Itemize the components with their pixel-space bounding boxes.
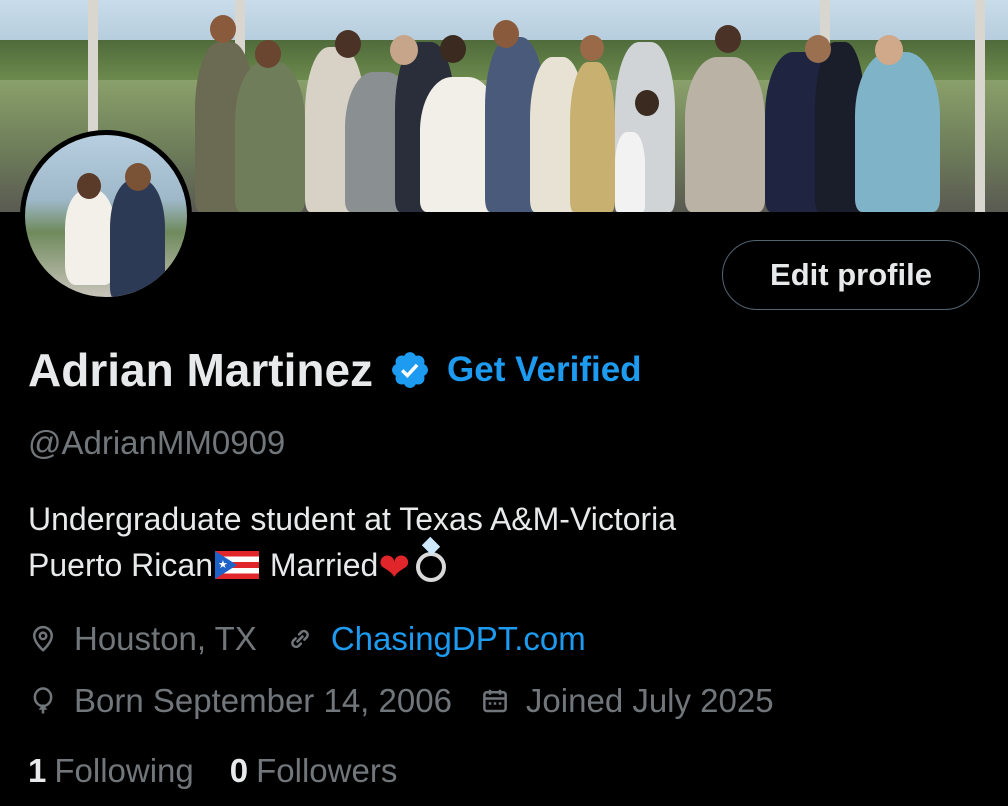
red-heart-icon: ❤ xyxy=(378,547,411,589)
followers-link[interactable]: 0 Followers xyxy=(230,752,398,790)
verified-badge-icon[interactable] xyxy=(389,349,431,391)
bio-line: Puerto Rican Married❤ xyxy=(28,542,676,591)
profile-meta-row: Houston, TX ChasingDPT.com xyxy=(28,620,586,658)
follow-stats: 1 Following 0 Followers xyxy=(28,752,397,790)
bio-text: Married xyxy=(260,547,379,583)
calendar-icon xyxy=(483,689,507,713)
get-verified-link[interactable]: Get Verified xyxy=(447,350,642,390)
avatar-figure xyxy=(110,180,165,297)
profile-name-row: Adrian Martinez Get Verified xyxy=(28,340,642,400)
ring-icon xyxy=(416,552,447,582)
profile-name: Adrian Martinez xyxy=(28,344,374,396)
followers-count: 0 xyxy=(229,752,249,789)
balloon-icon xyxy=(33,687,53,714)
avatar-figure xyxy=(125,163,151,191)
profile-avatar[interactable] xyxy=(20,130,192,302)
following-label: Following xyxy=(54,752,194,789)
followers-label: Followers xyxy=(256,752,398,789)
following-count: 1 xyxy=(28,752,47,789)
group-photo xyxy=(195,10,955,212)
profile-birthday: Born September 14, 2006 xyxy=(74,682,452,719)
profile-location: Houston, TX xyxy=(74,620,257,657)
bio-text: Puerto Rican xyxy=(28,547,213,583)
avatar-figure xyxy=(65,190,115,285)
puerto-rico-flag-icon xyxy=(214,551,259,579)
avatar-figure xyxy=(77,173,101,199)
bio-line: Undergraduate student at Texas A&M-Victo… xyxy=(28,501,677,537)
profile-joined-date: Joined July 2025 xyxy=(525,682,774,719)
link-icon xyxy=(291,629,309,649)
profile-bio: Undergraduate student at Texas A&M-Victo… xyxy=(28,496,676,591)
profile-meta-row: Born September 14, 2006 Joined July 2025 xyxy=(28,682,774,720)
following-link[interactable]: 1 Following xyxy=(28,752,194,790)
window-frame xyxy=(975,0,985,212)
profile-handle: @AdrianMM0909 xyxy=(28,424,286,461)
location-pin-icon xyxy=(32,625,54,652)
edit-profile-button[interactable]: Edit profile xyxy=(722,240,980,310)
profile-website-link[interactable]: ChasingDPT.com xyxy=(331,620,586,658)
